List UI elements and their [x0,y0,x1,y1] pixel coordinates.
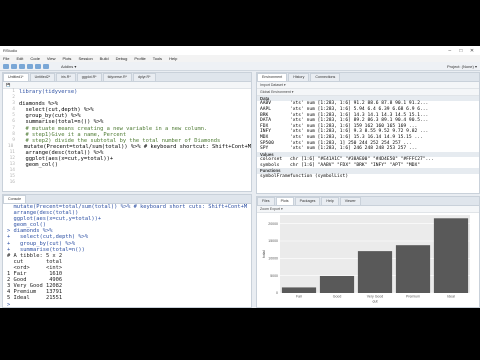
source-toolbar: 💾 [3,82,251,89]
menu-item-help[interactable]: Help [169,56,177,61]
y-tick-label: 20000 [268,222,278,226]
line-number: 16 [9,180,15,186]
y-tick-label: 15000 [268,239,278,243]
menu-item-plots[interactable]: Plots [63,56,72,61]
plots-tabs: Files Plots Packages Help Viewer [257,197,479,206]
main-toolbar: Addins ▾ Project: (None) ▾ [0,62,480,71]
scope-select[interactable]: Global Environment ▾ [260,90,293,94]
go-to-file-icon[interactable] [43,63,49,69]
source-tab-3[interactable]: ggplot.R* [76,73,102,81]
environment-tabs: Environment History Connections [257,73,479,82]
minimize-icon[interactable]: – [445,48,455,54]
scope-bar: Global Environment ▾ [257,89,479,96]
menu-item-tools[interactable]: Tools [153,56,162,61]
bar-ideal [433,218,469,293]
bar-premium [395,245,431,293]
addins-menu[interactable]: Addins ▾ [61,64,76,69]
environment-row[interactable]: symbolFrame function (symbolList) [257,174,479,180]
x-tick-label: Good [333,295,342,299]
source-tab-2[interactable]: iris.R* [56,73,76,81]
plots-toolbar: Zoom Export ▾ [257,206,479,213]
window-title: RStudio [3,48,18,53]
code-text: library(tidyverse) [19,89,78,95]
source-tab-0[interactable]: Untitled1* [3,73,29,81]
code-text: geom_col() [19,162,58,169]
plots-pane: Files Plots Packages Help Viewer Zoom Export… [256,196,480,308]
tab-2[interactable]: Connections [310,73,341,81]
maximize-icon[interactable]: □ [456,48,466,54]
source-tab-1[interactable]: Untitled2* [29,73,56,81]
rstudio-window: RStudio – □ ✕ File Edit Code View Plots Sessi… [0,46,480,308]
source-tab-4[interactable]: tidyverse.R* [102,73,132,81]
menu-item-build[interactable]: Build [100,56,109,61]
x-tick-label: Fair [296,295,303,299]
tab-help[interactable]: Help [321,197,339,205]
close-icon[interactable]: ✕ [467,48,477,54]
menu-item-edit[interactable]: Edit [16,56,23,61]
tab-files[interactable]: Files [257,197,275,205]
console-tabs: Console [3,195,251,204]
variable-value: function (symbolList) [290,173,349,179]
bar-very-good [357,251,393,293]
save-icon[interactable]: 💾 [6,83,10,87]
x-tick-label: Ideal [447,295,455,299]
save-icon[interactable] [19,63,25,69]
tab-packages[interactable]: Packages [294,197,321,205]
console-line: > [7,301,14,308]
menu-item-code[interactable]: Code [30,56,40,61]
tab-viewer[interactable]: Viewer [339,197,361,205]
y-axis-label: total [262,250,266,257]
open-file-icon[interactable] [11,63,17,69]
project-menu[interactable]: Project: (None) ▾ [447,64,477,69]
y-tick-label: 0 [276,291,278,295]
x-axis-label: cut [372,300,378,304]
code-line: 16 [7,180,251,186]
menu-item-profile[interactable]: Profile [134,56,145,61]
import-dataset-button[interactable]: Import Dataset ▾ [260,83,286,87]
variable-value: 'xts' num [1:283, 1:6] 246 248 248 253 2… [290,146,418,152]
tab-console[interactable]: Console [3,195,27,203]
variable-name: symbolFrame [260,173,291,179]
title-bar: RStudio – □ ✕ [0,46,480,55]
save-all-icon[interactable] [27,63,33,69]
environment-pane: Environment History Connections Import Dat… [256,72,480,194]
x-tick-label: Very Good [367,295,384,299]
code-editor[interactable]: 1 library(tidyverse) 2 3 diamonds %>% 4 selec… [3,89,251,187]
x-tick-label: Premium [406,295,420,299]
y-tick-label: 5000 [270,274,278,278]
source-tab-5[interactable]: dplyr.R* [132,73,156,81]
variable-value: chr [1:6] "AABV" "FDX" "BRK" "INFY" "APT… [290,162,420,168]
menu-bar: File Edit Code View Plots Session Build Debug Pr… [0,55,480,62]
tab-1[interactable]: History [288,73,310,81]
bar-chart: 0 5000 10000 15000 20000 Fair Good Very Good Pre… [262,215,470,304]
tab-plots[interactable]: Plots [275,197,294,205]
environment-toolbar: Import Dataset ▾ [257,82,479,89]
menu-item-session[interactable]: Session [78,56,92,61]
new-file-icon[interactable] [3,63,9,69]
environment-list: Data AABV'xts' num [1:283, 1:6] 91.2 88.6… [257,96,479,179]
zoom-export-buttons[interactable]: Zoom Export ▾ [260,207,283,211]
menu-item-debug[interactable]: Debug [116,56,128,61]
source-tabs: Untitled1* Untitled2* iris.R* ggplot.R* tidy… [3,73,251,82]
console-pane: Console mutate(Precent=total/sum(total))… [2,194,252,308]
bar-fair [281,287,317,293]
tab-0[interactable]: Environment [257,73,288,81]
source-pane: Untitled1* Untitled2* iris.R* ggplot.R* tidy… [2,72,252,192]
bar-good [319,275,355,293]
print-icon[interactable] [35,63,41,69]
menu-item-view[interactable]: View [47,56,56,61]
y-tick-label: 10000 [268,257,278,261]
console-output[interactable]: mutate(Precent=total/sum(total)) %>% # k… [3,204,251,308]
menu-item-file[interactable]: File [3,56,9,61]
variable-name: SPY [260,146,269,152]
